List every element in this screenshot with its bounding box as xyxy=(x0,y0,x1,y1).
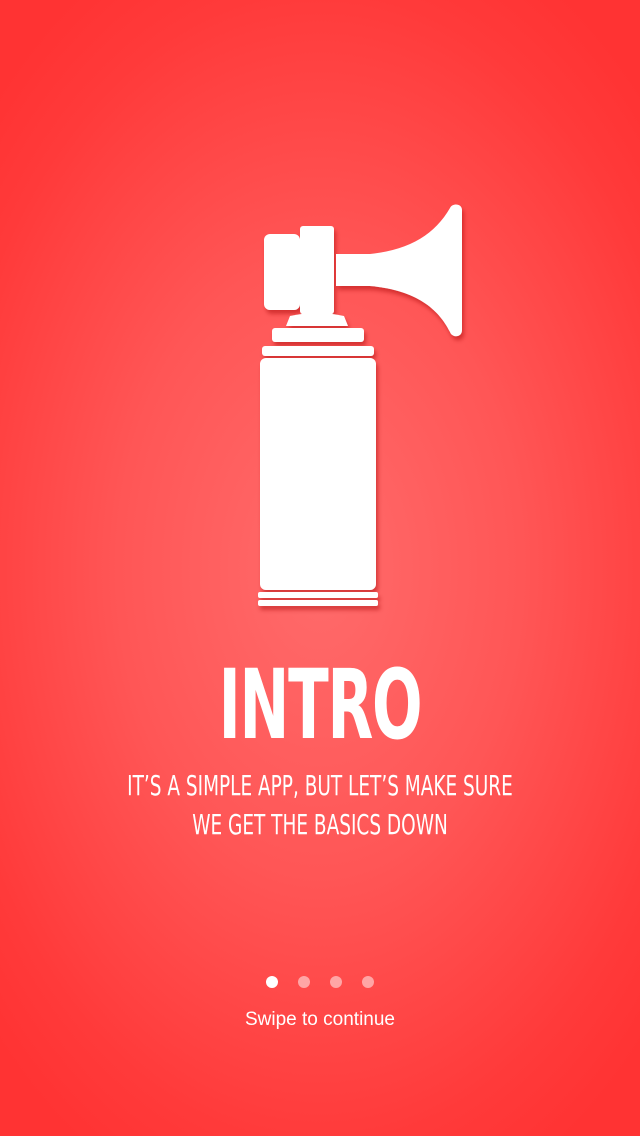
subtitle-line-2: WE GET THE BASICS DOWN xyxy=(192,808,448,841)
subtitle-line-1: IT’S A SIMPLE APP, BUT LET’S MAKE SURE xyxy=(127,769,513,802)
swipe-hint: Swipe to continue xyxy=(245,1009,395,1030)
page-dot-2[interactable] xyxy=(298,976,310,988)
page-dot-1[interactable] xyxy=(266,976,278,988)
air-horn-icon xyxy=(258,204,462,606)
page-dot-3[interactable] xyxy=(330,976,342,988)
onboarding-screen[interactable]: INTRO IT’S A SIMPLE APP, BUT LET’S MAKE … xyxy=(0,0,640,1136)
page-indicator[interactable] xyxy=(0,976,640,988)
page-dot-4[interactable] xyxy=(362,976,374,988)
page-title: INTRO xyxy=(218,649,423,761)
